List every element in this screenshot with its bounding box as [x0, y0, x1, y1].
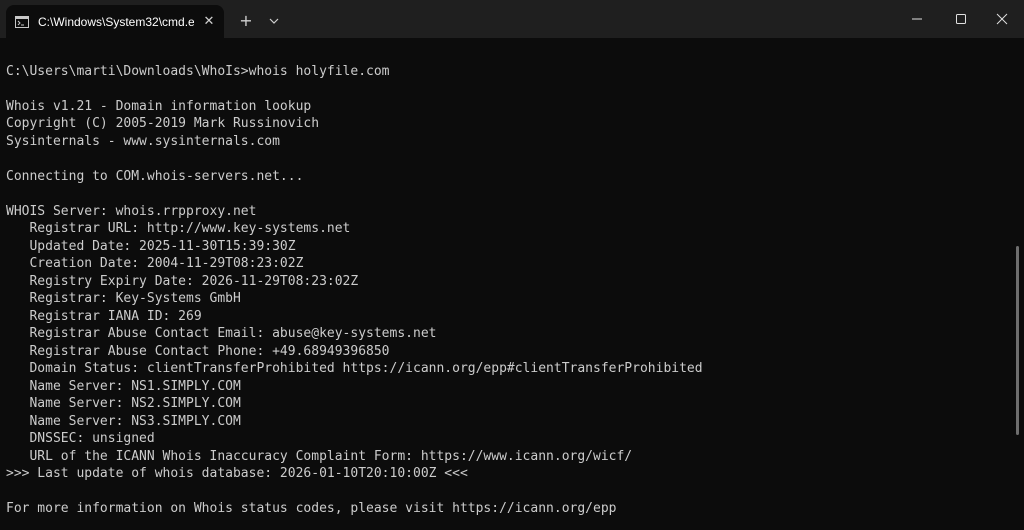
terminal-line: Registrar Abuse Contact Phone: +49.68949…: [6, 344, 390, 359]
terminal-line: Registrar IANA ID: 269: [6, 309, 202, 324]
terminal-line: >>> Last update of whois database: 2026-…: [6, 466, 468, 481]
terminal-window: C:\Windows\System32\cmd.e ✕ + C:\Users\m…: [0, 0, 1024, 530]
close-icon: [996, 13, 1008, 25]
minimize-icon: [912, 18, 922, 20]
tab-dropdown-button[interactable]: [264, 11, 284, 31]
terminal-line: For more information on Whois status cod…: [6, 501, 617, 516]
scrollbar[interactable]: [1016, 246, 1019, 435]
new-tab-button[interactable]: +: [236, 11, 256, 31]
tab-title: C:\Windows\System32\cmd.e: [38, 15, 194, 29]
terminal-line: Registrar Abuse Contact Email: abuse@key…: [6, 326, 437, 341]
minimize-button[interactable]: [895, 0, 939, 38]
terminal-line: Name Server: NS2.SIMPLY.COM: [6, 396, 241, 411]
terminal-line: WHOIS Server: whois.rrpproxy.net: [6, 204, 257, 219]
terminal-line: Registrar: Key-Systems GmbH: [6, 291, 241, 306]
terminal-line: Name Server: NS1.SIMPLY.COM: [6, 379, 241, 394]
terminal-line: Connecting to COM.whois-servers.net...: [6, 169, 304, 184]
maximize-icon: [956, 14, 966, 24]
chevron-down-icon: [269, 18, 279, 24]
close-window-button[interactable]: [980, 0, 1024, 38]
terminal-line: Copyright (C) 2005-2019 Mark Russinovich: [6, 116, 320, 131]
maximize-button[interactable]: [939, 0, 983, 38]
terminal-line: URL of the ICANN Whois Inaccuracy Compla…: [6, 449, 633, 464]
terminal-line: Updated Date: 2025-11-30T15:39:30Z: [6, 239, 296, 254]
terminal-line: C:\Users\marti\Downloads\WhoIs>whois hol…: [6, 64, 390, 79]
terminal-line: Sysinternals - www.sysinternals.com: [6, 134, 280, 149]
terminal-line: Registrar URL: http://www.key-systems.ne…: [6, 221, 351, 236]
tab-cmd[interactable]: C:\Windows\System32\cmd.e ✕: [6, 5, 224, 38]
terminal-line: Whois v1.21 - Domain information lookup: [6, 99, 312, 114]
title-bar[interactable]: C:\Windows\System32\cmd.e ✕ +: [0, 0, 1024, 38]
terminal-line: Domain Status: clientTransferProhibited …: [6, 361, 703, 376]
terminal-line: DNSSEC: unsigned: [6, 431, 155, 446]
terminal-output[interactable]: C:\Users\marti\Downloads\WhoIs>whois hol…: [0, 38, 1012, 530]
terminal-line: Name Server: NS3.SIMPLY.COM: [6, 414, 241, 429]
cmd-icon: [15, 16, 29, 28]
terminal-line: Registry Expiry Date: 2026-11-29T08:23:0…: [6, 274, 359, 289]
close-tab-icon[interactable]: ✕: [201, 14, 217, 30]
terminal-line: Creation Date: 2004-11-29T08:23:02Z: [6, 256, 304, 271]
